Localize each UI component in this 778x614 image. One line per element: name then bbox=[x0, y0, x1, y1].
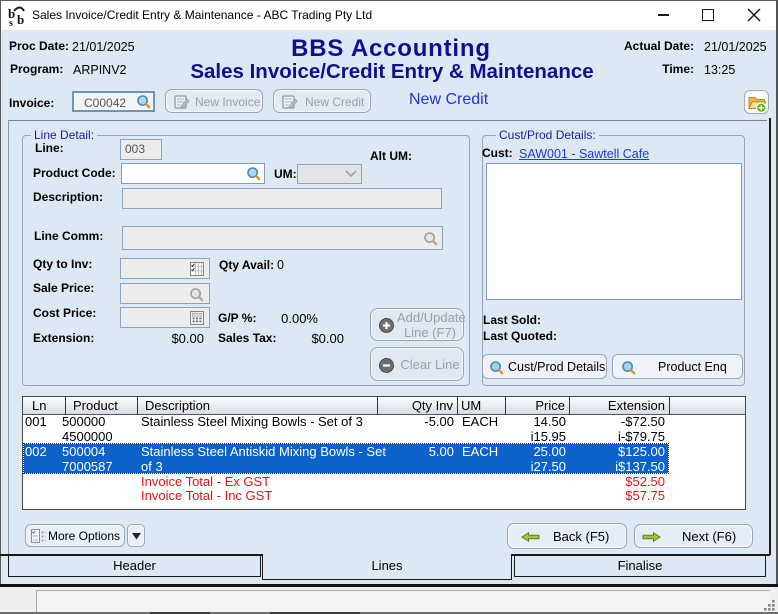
svg-text:s: s bbox=[9, 18, 13, 26]
svg-text:b: b bbox=[17, 12, 24, 26]
